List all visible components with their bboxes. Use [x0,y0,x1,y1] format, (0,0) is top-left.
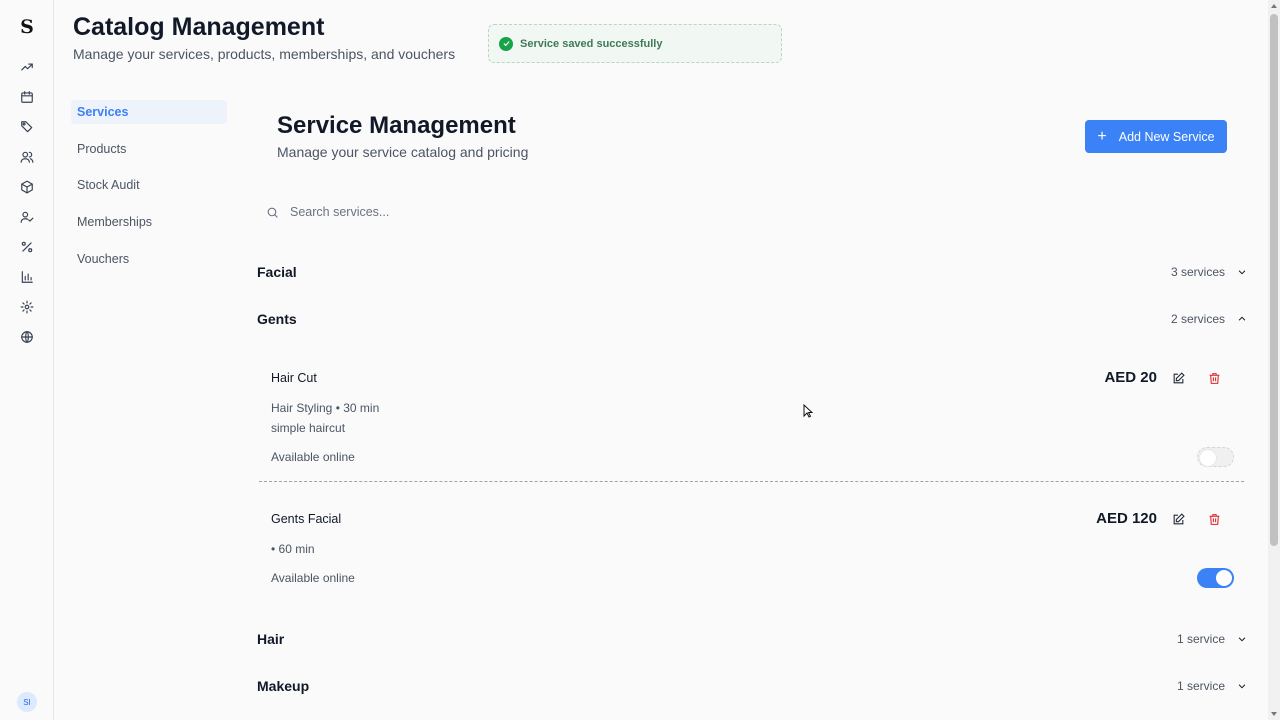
category-name: Facial [257,264,297,280]
subnav-item-vouchers[interactable]: Vouchers [70,247,230,284]
box-icon[interactable] [18,178,36,196]
page-subtitle: Manage your services, products, membersh… [73,46,456,62]
search-bar [262,199,662,225]
section-title: Service Management [277,112,516,139]
subnav-item-memberships[interactable]: Memberships [70,210,230,247]
success-toast: Service saved successfully [488,24,782,63]
app-logo[interactable]: S [0,16,54,38]
chevron-up-icon[interactable] [1237,314,1247,324]
category-row-gents[interactable]: Gents 2 services [257,307,1247,331]
chevron-down-icon[interactable] [1237,267,1247,277]
settings-icon[interactable] [18,298,36,316]
bar-chart-icon[interactable] [18,268,36,286]
service-name: Hair Cut [271,371,317,385]
toggle-knob [1200,450,1216,466]
tag-icon[interactable] [18,118,36,136]
search-icon [267,207,278,218]
online-toggle[interactable] [1197,447,1234,467]
trash-icon[interactable] [1205,369,1223,387]
check-circle-icon [499,36,513,51]
category-name: Gents [257,311,297,327]
chevron-down-icon[interactable] [1237,634,1247,644]
trending-up-icon[interactable] [18,58,36,76]
user-avatar[interactable]: SI [17,692,37,712]
category-name: Hair [257,631,285,647]
mouse-pointer-icon [803,404,813,418]
service-meta: • 60 min [271,542,315,556]
icon-rail: S SI [0,0,54,720]
subnav-item-stock-audit[interactable]: Stock Audit [70,173,230,210]
scrollbar-thumb[interactable] [1270,14,1278,546]
category-name: Makeup [257,678,310,694]
user-check-icon[interactable] [18,208,36,226]
scroll-down-arrow[interactable] [1271,712,1277,716]
service-price: AED 20 [1104,369,1157,386]
category-row-facial[interactable]: Facial 3 services [257,260,1247,284]
scroll-up-arrow[interactable] [1271,4,1277,8]
chevron-down-icon[interactable] [1237,681,1247,691]
catalog-subnav: Services Products Stock Audit Membership… [70,100,230,283]
vertical-scrollbar[interactable] [1268,0,1280,720]
service-price: AED 120 [1096,510,1157,527]
service-description: simple haircut [271,421,346,435]
service-meta: Hair Styling • 30 min [271,401,380,415]
search-input[interactable] [290,205,590,219]
subnav-item-products[interactable]: Products [70,137,230,174]
toggle-knob [1216,570,1232,586]
toast-message: Service saved successfully [520,37,663,50]
service-name: Gents Facial [271,512,342,526]
edit-icon[interactable] [1169,369,1187,387]
add-service-button[interactable]: + Add New Service [1085,120,1227,153]
section-subtitle: Manage your service catalog and pricing [277,144,529,160]
category-count: 1 service [1176,679,1225,693]
category-count: 1 service [1176,632,1225,646]
globe-icon[interactable] [18,328,36,346]
online-label: Available online [271,571,355,585]
percent-icon[interactable] [18,238,36,256]
users-icon[interactable] [18,148,36,166]
calendar-icon[interactable] [18,88,36,106]
category-count: 3 services [1170,265,1225,279]
category-row-hair[interactable]: Hair 1 service [257,627,1247,651]
trash-icon[interactable] [1205,510,1223,528]
service-divider [259,481,1244,482]
online-toggle[interactable] [1197,568,1234,588]
category-row-makeup[interactable]: Makeup 1 service [257,674,1247,698]
online-label: Available online [271,450,355,464]
subnav-item-services[interactable]: Services [70,100,230,137]
edit-icon[interactable] [1169,510,1187,528]
page-title: Catalog Management [73,13,325,41]
category-count: 2 services [1170,312,1225,326]
plus-icon: + [1097,127,1107,145]
add-service-label: Add New Service [1118,129,1215,144]
